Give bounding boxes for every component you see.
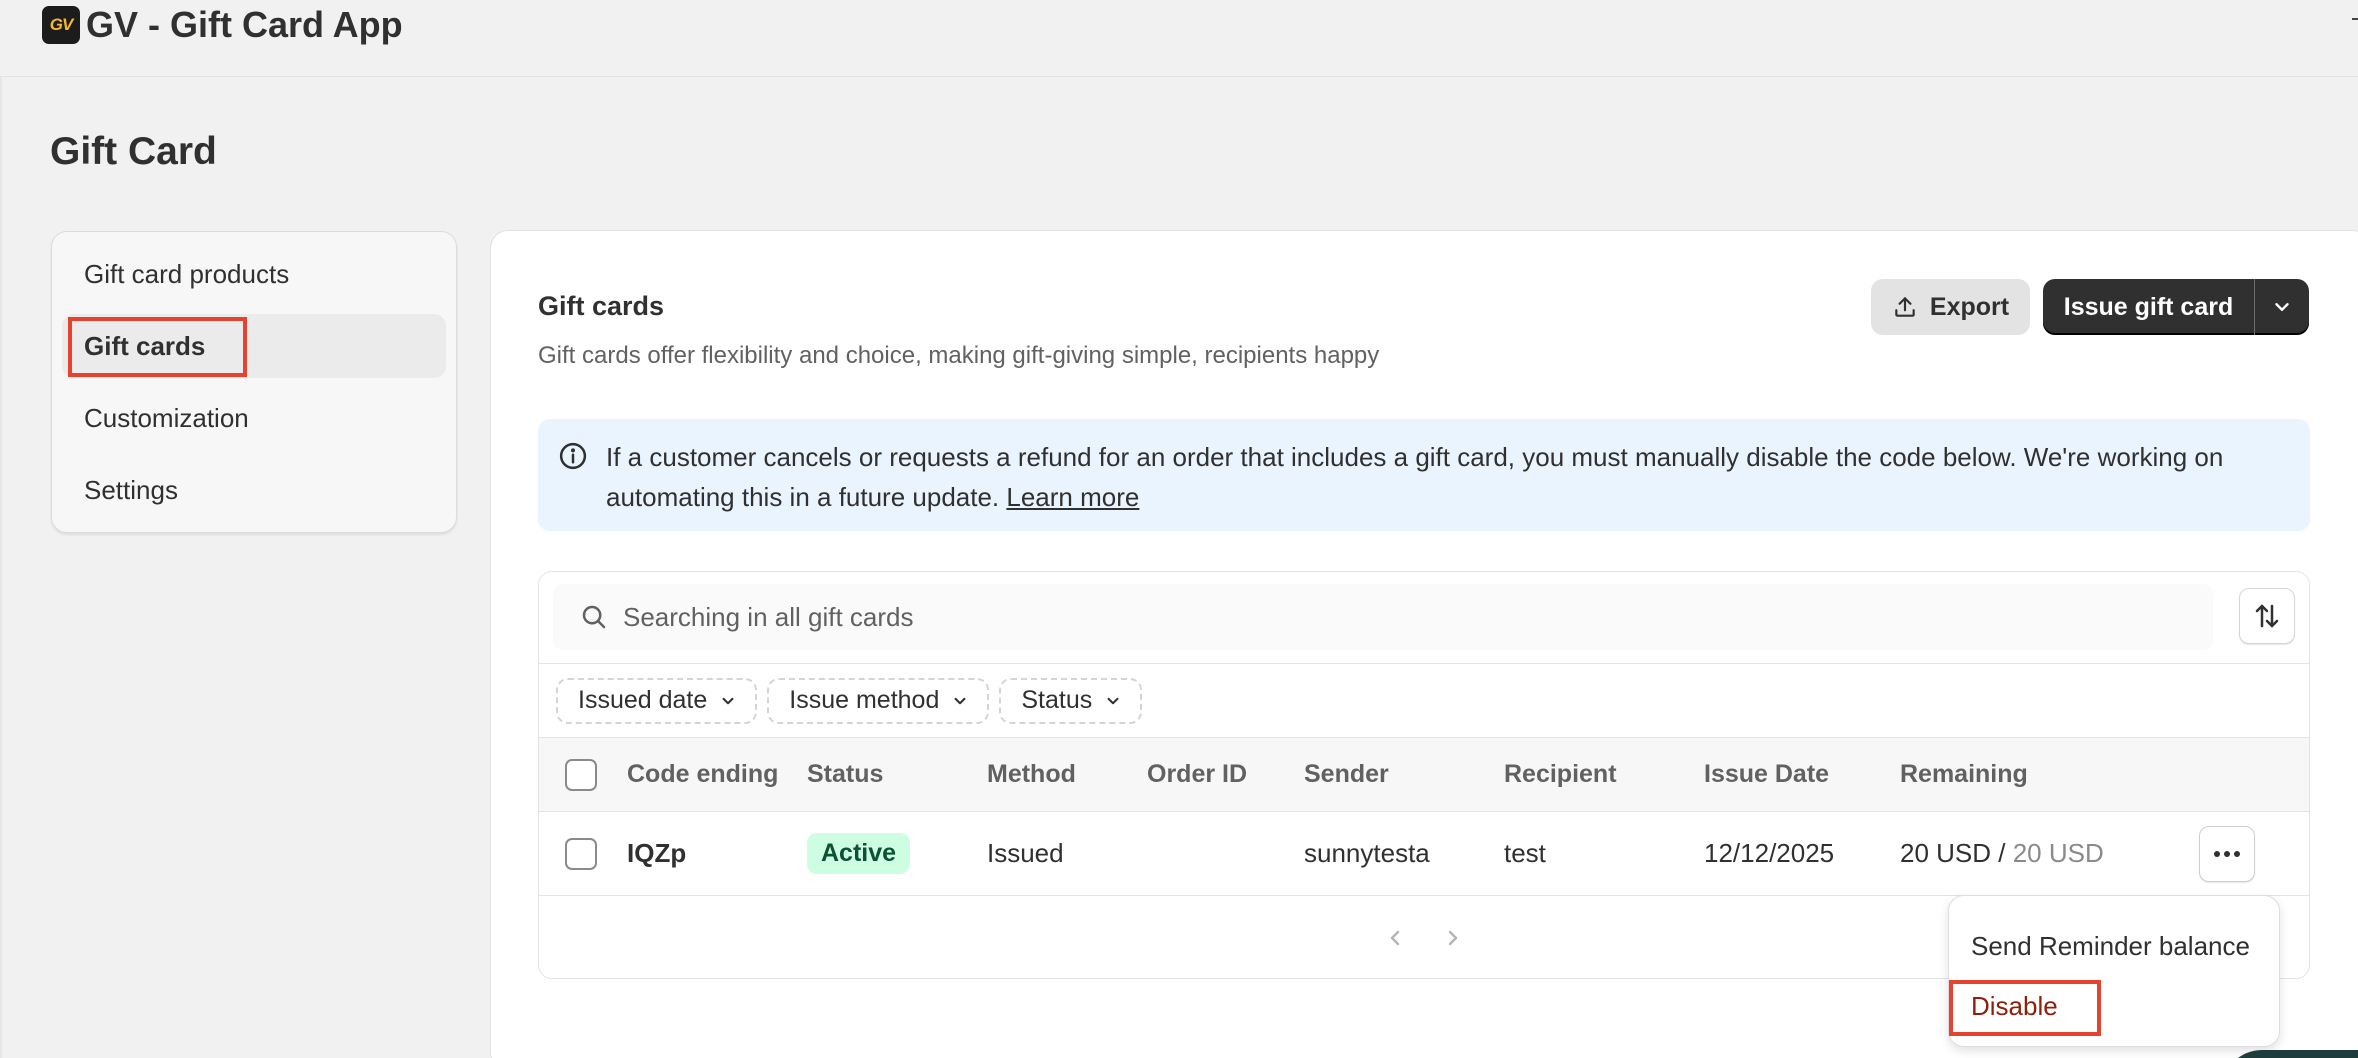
banner-text: If a customer cancels or requests a refu…: [606, 442, 2224, 512]
issue-gift-card-button[interactable]: Issue gift card: [2043, 279, 2254, 335]
chevron-down-icon: [1107, 697, 1119, 704]
left-divider: [0, 77, 2, 1058]
export-button[interactable]: Export: [1871, 279, 2030, 335]
section-title: Gift cards: [538, 291, 665, 321]
table-header: Code ending Status Method Order ID Sende…: [539, 738, 2309, 812]
select-all-cell: [565, 738, 597, 811]
column-header-code-ending: Code ending: [627, 760, 779, 788]
column-header-issue-date: Issue Date: [1704, 760, 1830, 788]
page-title: Gift Card: [50, 130, 217, 173]
learn-more-link[interactable]: Learn more: [1006, 482, 1139, 512]
chevron-down-icon: [2275, 303, 2289, 311]
filter-issue-method[interactable]: Issue method: [767, 677, 990, 724]
upload-icon: [1895, 297, 1915, 317]
filter-label: Issue method: [789, 686, 940, 714]
sidebar-item-gift-cards[interactable]: Gift cards: [62, 314, 446, 378]
app-header: GV GV - Gift Card App: [0, 0, 2358, 77]
search-input[interactable]: [623, 601, 2123, 633]
search-row: [539, 572, 2309, 664]
sidebar-item-label: Customization: [84, 402, 249, 433]
sidebar-nav: Gift card products Gift cards Customizat…: [51, 231, 457, 533]
issue-gift-card-button-group: Issue gift card: [2043, 279, 2309, 335]
issue-date-cell: 12/12/2025: [1704, 838, 1835, 868]
row-actions-cell: [2199, 812, 2255, 895]
sort-button[interactable]: [2239, 588, 2295, 644]
sidebar-item-label: Gift cards: [84, 330, 206, 361]
app-logo: GV: [42, 6, 80, 44]
sidebar-item-settings[interactable]: Settings: [62, 458, 446, 522]
column-header-method: Method: [987, 760, 1076, 788]
search-icon: [582, 605, 606, 629]
method-cell: Issued: [987, 838, 1064, 868]
highlight-box: [1949, 980, 2101, 1036]
remaining-amount: 20 USD: [1900, 838, 1992, 868]
sort-icon: [2255, 604, 2279, 628]
column-header-remaining: Remaining: [1900, 760, 2028, 788]
menu-item-send-reminder-balance[interactable]: Send Reminder balance: [1949, 916, 2279, 976]
export-label: Export: [1929, 292, 2010, 321]
chevron-right-icon[interactable]: [1441, 926, 1465, 950]
status-badge: Active: [807, 833, 911, 874]
filter-label: Issued date: [578, 686, 708, 714]
row-select-cell: [565, 812, 597, 895]
sidebar-item-gift-card-products[interactable]: Gift card products: [62, 242, 446, 306]
filter-issued-date[interactable]: Issued date: [556, 677, 758, 724]
remaining-cell: 20 USD / 20 USD: [1900, 812, 2104, 895]
total-amount: 20 USD: [2012, 838, 2104, 868]
filter-row: Issued date Issue method Status: [539, 664, 2309, 738]
status-cell: Active: [807, 812, 911, 895]
column-header-sender: Sender: [1304, 760, 1389, 788]
menu-edge-icon: [2352, 18, 2358, 20]
code-ending-cell: IQZp: [627, 838, 687, 868]
chevron-down-icon: [954, 697, 966, 704]
chevron-left-icon[interactable]: [1383, 926, 1407, 950]
table-row[interactable]: IQZp Active Issued sunnytesta test 12/12…: [539, 812, 2309, 896]
more-horizontal-icon: [2214, 850, 2240, 857]
column-header-order-id: Order ID: [1147, 760, 1248, 788]
row-checkbox[interactable]: [565, 837, 597, 870]
column-header-recipient: Recipient: [1504, 760, 1617, 788]
sidebar-item-label: Gift card products: [84, 258, 290, 289]
filter-status[interactable]: Status: [999, 677, 1143, 724]
filter-label: Status: [1021, 686, 1093, 714]
remaining-separator: /: [1991, 838, 2013, 868]
sender-cell: sunnytesta: [1304, 838, 1430, 868]
chevron-down-icon: [722, 697, 734, 704]
select-all-checkbox[interactable]: [565, 758, 597, 791]
search-box[interactable]: [553, 584, 2213, 650]
app-title: GV - Gift Card App: [86, 4, 403, 45]
info-banner: If a customer cancels or requests a refu…: [538, 419, 2310, 531]
info-icon: [559, 442, 587, 470]
issue-options-dropdown[interactable]: [2255, 279, 2309, 335]
menu-item-disable[interactable]: Disable: [1949, 976, 2279, 1036]
sidebar-item-label: Settings: [84, 474, 178, 505]
row-actions-menu: Send Reminder balance Disable: [1948, 895, 2280, 1047]
sidebar-item-customization[interactable]: Customization: [62, 386, 446, 450]
recipient-cell: test: [1504, 838, 1546, 868]
column-header-status: Status: [807, 760, 884, 788]
row-actions-button[interactable]: [2199, 825, 2255, 882]
section-subtitle: Gift cards offer flexibility and choice,…: [538, 342, 1380, 369]
